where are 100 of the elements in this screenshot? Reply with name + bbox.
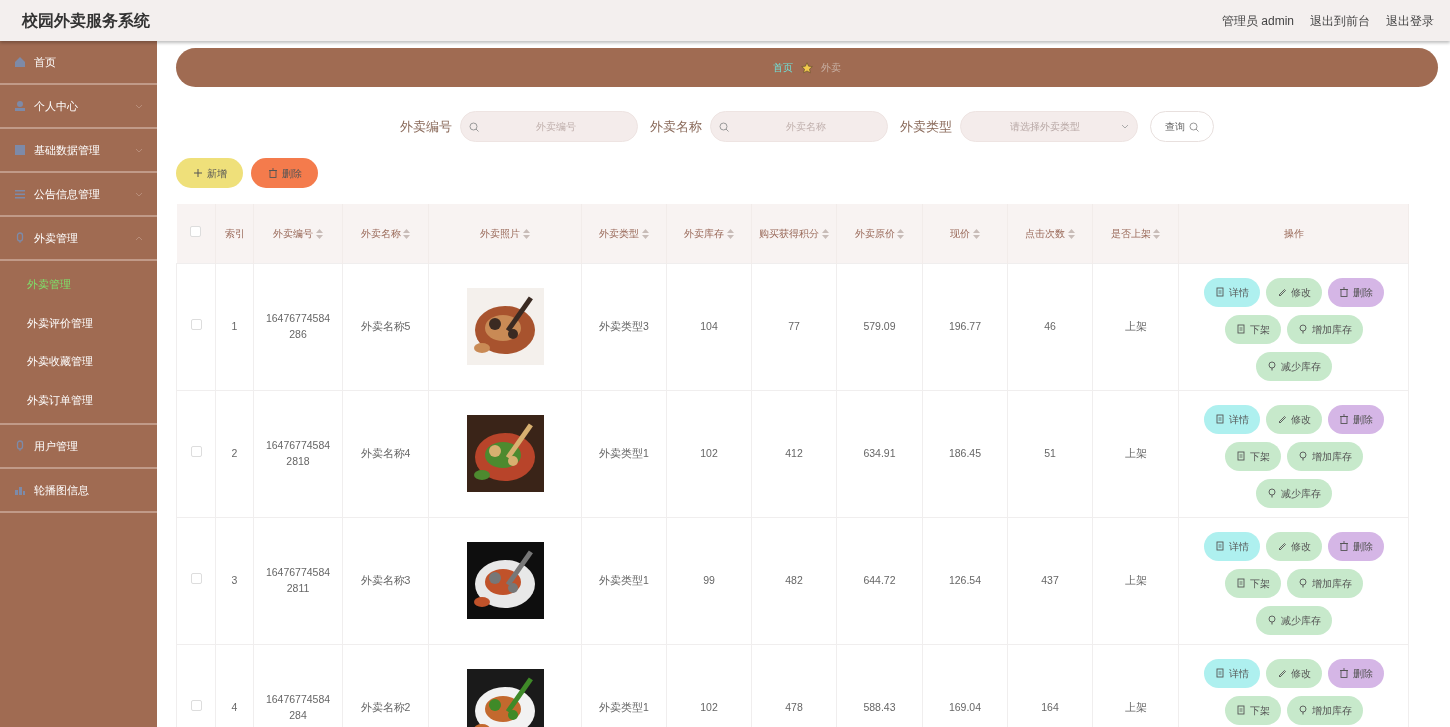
bar-chart-icon	[14, 484, 26, 496]
table-cell: 164	[1041, 700, 1059, 713]
pin-icon	[1266, 615, 1277, 625]
detail-button[interactable]: 详情	[1203, 277, 1260, 307]
trash-icon	[1338, 414, 1349, 424]
sort-icon	[1153, 229, 1161, 240]
checkbox[interactable]	[190, 572, 202, 584]
checkbox[interactable]	[190, 445, 202, 457]
sort-icon	[821, 229, 829, 240]
add-button[interactable]: 新增	[176, 158, 243, 188]
edit-button[interactable]: 修改	[1265, 658, 1322, 688]
app-title: 校园外卖服务系统	[22, 10, 150, 31]
stock-button[interactable]: 增加库存	[1286, 568, 1363, 598]
star-icon	[801, 61, 813, 74]
table-cell-text: 16476774584286	[264, 310, 332, 342]
unlist-button[interactable]: 下架	[1224, 695, 1281, 725]
detail-button[interactable]: 详情	[1203, 404, 1260, 434]
table-cell: 46	[1044, 319, 1056, 332]
delete-button[interactable]: 删除	[1327, 658, 1384, 688]
microphone-icon	[14, 440, 26, 452]
trash-icon	[267, 168, 278, 178]
document-icon	[1235, 705, 1246, 715]
header-link[interactable]: 管理员 admin	[1221, 11, 1294, 30]
delete-button[interactable]: 删除	[1327, 404, 1384, 434]
table-cell: 412	[785, 446, 803, 459]
table-cell: 196.77	[948, 319, 982, 332]
field-label: 外卖类型	[900, 117, 952, 136]
pin-icon	[1297, 705, 1308, 715]
table-cell: 102	[700, 700, 718, 713]
sidebar-subitem[interactable]: 外卖订单管理	[0, 380, 157, 419]
table-cell-text: 164767745842811	[264, 564, 332, 596]
sort-icon	[641, 229, 649, 240]
checkbox[interactable]	[190, 318, 202, 330]
detail-button[interactable]: 详情	[1203, 531, 1260, 561]
unlist-button[interactable]: 下架	[1224, 568, 1281, 598]
document-icon	[1214, 287, 1225, 297]
chevron-icon	[1121, 124, 1129, 129]
search-icon	[719, 122, 729, 132]
sidebar-subitem[interactable]: 外卖评价管理	[0, 303, 157, 342]
sort-icon	[522, 229, 530, 240]
trash-icon	[1338, 541, 1349, 551]
field-label: 外卖编号	[400, 117, 452, 136]
table-cell: 579.09	[863, 319, 896, 332]
breadcrumb-link[interactable]: 首页	[773, 60, 793, 75]
sidebar-subitem[interactable]: 外卖管理	[0, 265, 157, 304]
edit-button[interactable]: 修改	[1265, 531, 1322, 561]
pin-icon	[1266, 488, 1277, 498]
checkbox[interactable]	[190, 225, 202, 237]
plus-icon	[192, 168, 203, 178]
pencil-icon	[1276, 414, 1287, 424]
detail-button[interactable]: 详情	[1203, 658, 1260, 688]
column-header: 索引	[224, 227, 245, 239]
column-header[interactable]: 外卖原价	[854, 227, 895, 239]
document-icon	[1214, 668, 1225, 678]
stock-button[interactable]: 增加库存	[1286, 314, 1363, 344]
column-header[interactable]: 外卖名称	[360, 227, 401, 239]
edit-button[interactable]: 修改	[1265, 404, 1322, 434]
table-cell: 77	[788, 319, 800, 332]
column-header[interactable]: 是否上架	[1110, 227, 1151, 239]
search-field[interactable]: 外卖名称	[710, 111, 888, 142]
table-cell: 上架	[1124, 700, 1147, 713]
grid-icon	[14, 144, 26, 156]
stock-button[interactable]: 增加库存	[1286, 441, 1363, 471]
delete-button[interactable]: 删除	[251, 158, 318, 188]
column-header[interactable]: 点击次数	[1025, 227, 1066, 239]
table-cell: 外卖类型1	[599, 446, 649, 459]
delete-button[interactable]: 删除	[1327, 277, 1384, 307]
column-header[interactable]: 外卖库存	[684, 227, 725, 239]
stock-button[interactable]: 增加库存	[1286, 695, 1363, 725]
delete-button[interactable]: 删除	[1327, 531, 1384, 561]
column-header[interactable]: 现价	[950, 227, 971, 239]
column-header[interactable]: 外卖类型	[599, 227, 640, 239]
sidebar-subitem[interactable]: 外卖收藏管理	[0, 342, 157, 381]
unlist-button[interactable]: 下架	[1224, 314, 1281, 344]
column-header[interactable]: 外卖编号	[273, 227, 314, 239]
sort-icon	[972, 229, 980, 240]
search-button[interactable]: 查询	[1150, 111, 1214, 142]
chevron-icon	[135, 147, 143, 153]
microphone-icon	[14, 232, 26, 244]
column-header: 操作	[1283, 227, 1304, 239]
table-cell: 外卖名称2	[360, 700, 411, 713]
checkbox[interactable]	[190, 699, 202, 711]
header-link[interactable]: 退出到前台	[1310, 11, 1370, 30]
unlist-button[interactable]: 下架	[1224, 441, 1281, 471]
field-label: 外卖名称	[650, 117, 702, 136]
breadcrumb-current: 外卖	[821, 61, 841, 75]
table-cell: 644.72	[863, 573, 896, 586]
table-cell: 104	[700, 319, 718, 332]
table-cell: 99	[703, 573, 715, 586]
edit-button[interactable]: 修改	[1265, 277, 1322, 307]
stock-button[interactable]: 减少库存	[1255, 351, 1332, 381]
stock-button[interactable]: 减少库存	[1255, 605, 1332, 635]
stock-button[interactable]: 减少库存	[1255, 478, 1332, 508]
chevron-icon	[135, 235, 143, 241]
header-link[interactable]: 退出登录	[1386, 11, 1434, 30]
pencil-icon	[1276, 287, 1287, 297]
column-header[interactable]: 购买获得积分	[759, 227, 820, 239]
search-icon	[1189, 121, 1199, 132]
list-icon	[14, 188, 26, 200]
column-header[interactable]: 外卖照片	[480, 227, 521, 239]
